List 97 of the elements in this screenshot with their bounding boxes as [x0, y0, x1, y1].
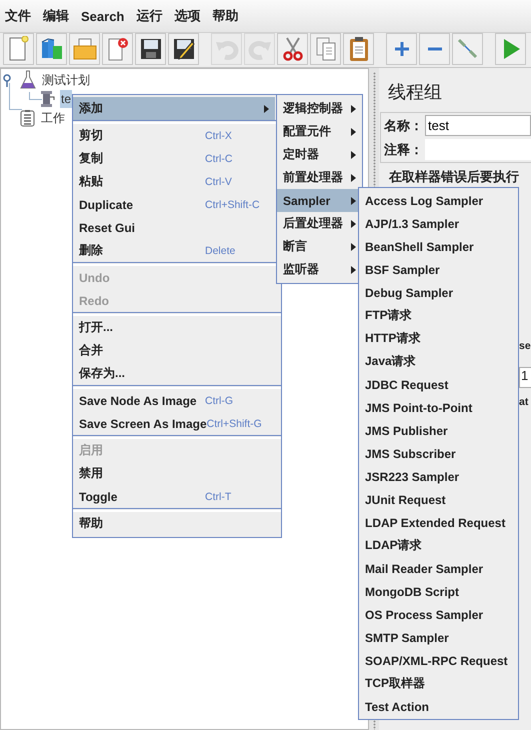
- shortcut-label: Ctrl-C: [205, 152, 234, 164]
- menu-item[interactable]: 监听器: [277, 258, 362, 281]
- menu-item[interactable]: JMS Subscriber: [359, 442, 518, 465]
- menu-item[interactable]: JDBC Request: [359, 373, 518, 396]
- menu-item[interactable]: LDAP Extended Request: [359, 511, 518, 534]
- partial-label: at: [519, 396, 530, 410]
- partial-label: se: [519, 340, 531, 354]
- menu-item[interactable]: 帮助: [212, 5, 238, 27]
- field-label: 注释：: [384, 140, 423, 158]
- menu-item[interactable]: Test Action: [359, 695, 518, 718]
- menu-item[interactable]: 打开...: [73, 316, 275, 339]
- menu-item[interactable]: 复制 Ctrl-C: [73, 147, 275, 170]
- menu-item[interactable]: Save Screen As ImageCtrl+Shift-G: [73, 412, 275, 435]
- input-field[interactable]: test: [425, 115, 531, 136]
- shortcut-label: Ctrl-X: [205, 130, 233, 142]
- menu-item[interactable]: Access Log Sampler: [359, 189, 518, 212]
- tree-item[interactable]: 工作: [40, 108, 66, 126]
- submenu-arrow-icon: [351, 128, 356, 136]
- spool-icon: [39, 90, 55, 108]
- shortcut-label: Ctrl-G: [205, 394, 234, 406]
- menu-item[interactable]: 剪切 Ctrl-X: [73, 124, 275, 147]
- clipboard-icon: [348, 36, 370, 62]
- plus-icon: [392, 40, 410, 58]
- tree-item[interactable]: te: [60, 90, 72, 108]
- toolbar-button[interactable]: [277, 33, 308, 65]
- menu-item[interactable]: BSF Sampler: [359, 258, 518, 281]
- clipboard-list-icon: [20, 108, 35, 126]
- menu-item[interactable]: 选项: [174, 5, 200, 27]
- menu-item[interactable]: 后置处理器: [277, 212, 362, 235]
- submenu-arrow-icon: [351, 151, 356, 159]
- menu-item[interactable]: 删除 Delete: [73, 239, 275, 262]
- submenu-arrow-icon: [351, 197, 356, 205]
- menu-item[interactable]: 保存为...: [73, 362, 275, 385]
- minus-icon: [426, 46, 444, 52]
- toolbar-button[interactable]: [168, 33, 199, 65]
- menu-item[interactable]: SMTP Sampler: [359, 626, 518, 649]
- copy-icon: [314, 36, 338, 62]
- menu-item[interactable]: Mail Reader Sampler: [359, 557, 518, 580]
- menu-item[interactable]: 添加: [73, 97, 275, 120]
- submenu-arrow-icon: [351, 243, 356, 251]
- submenu-arrow-icon: [264, 105, 269, 113]
- toolbar-button[interactable]: [135, 33, 166, 65]
- shortcut-label: Ctrl+Shift-C: [205, 198, 261, 210]
- menu-item[interactable]: 逻辑控制器: [277, 97, 362, 120]
- menu-item[interactable]: 配置元件: [277, 120, 362, 143]
- menu-item[interactable]: Save Node As Image Ctrl-G: [73, 389, 275, 412]
- group-title: 在取样器错误后要执行: [389, 168, 519, 186]
- menu-item[interactable]: 断言: [277, 235, 362, 258]
- menu-item[interactable]: JUnit Request: [359, 488, 518, 511]
- menu-item[interactable]: 合并: [73, 339, 275, 362]
- field-label: 名称：: [384, 116, 423, 134]
- folder-icon: [72, 37, 98, 61]
- menu-item[interactable]: 粘贴 Ctrl-V: [73, 170, 275, 193]
- menu-item[interactable]: Search: [81, 6, 124, 26]
- menu-item[interactable]: 文件: [5, 5, 31, 27]
- submenu-arrow-icon: [351, 220, 356, 228]
- document-close-icon: [106, 36, 130, 62]
- tree-lines: [9, 82, 42, 110]
- menu-item[interactable]: 编辑: [43, 5, 69, 27]
- toolbar-button[interactable]: [343, 33, 374, 65]
- submenu-arrow-icon: [351, 266, 356, 274]
- submenu-arrow-icon: [351, 105, 356, 113]
- partial-field[interactable]: 1: [519, 367, 531, 388]
- menu-item[interactable]: OS Process Sampler: [359, 603, 518, 626]
- shortcut-label: Ctrl+Shift-G: [206, 418, 263, 430]
- menu-item[interactable]: Duplicate Ctrl+Shift-C: [73, 193, 275, 216]
- menu-item[interactable]: Reset Gui: [73, 216, 275, 239]
- menu-item[interactable]: 定时器: [277, 143, 362, 166]
- menu-item[interactable]: BeanShell Sampler: [359, 235, 518, 258]
- shortcut-label: Delete: [205, 244, 236, 256]
- menu-item[interactable]: Java请求: [359, 350, 518, 373]
- floppy-pencil-icon: [172, 37, 196, 61]
- menu-item[interactable]: 前置处理器: [277, 166, 362, 189]
- menu-item[interactable]: FTP请求: [359, 304, 518, 327]
- scissors-icon: [282, 36, 304, 62]
- menu-item[interactable]: 帮助: [73, 512, 275, 535]
- shortcut-label: Ctrl-V: [205, 176, 233, 188]
- document-icon: [8, 36, 30, 62]
- menu-item[interactable]: MongoDB Script: [359, 580, 518, 603]
- menu-item[interactable]: JSR223 Sampler: [359, 465, 518, 488]
- menu-item[interactable]: JMS Point-to-Point: [359, 396, 518, 419]
- menu-item[interactable]: TCP取样器: [359, 672, 518, 695]
- menu-item[interactable]: SOAP/XML-RPC Request: [359, 649, 518, 672]
- shortcut-label: Ctrl-T: [205, 490, 232, 502]
- menu-item[interactable]: 禁用: [73, 462, 275, 485]
- menu-item[interactable]: LDAP请求: [359, 534, 518, 557]
- menu-item[interactable]: 运行: [136, 5, 162, 27]
- play-icon: [502, 37, 520, 61]
- submenu-arrow-icon: [351, 174, 356, 182]
- menu-item[interactable]: HTTP请求: [359, 327, 518, 350]
- droppers-icon: [456, 37, 480, 61]
- tree-item[interactable]: 测试计划: [41, 70, 91, 88]
- menu-item[interactable]: AJP/1.3 Sampler: [359, 212, 518, 235]
- menu-item[interactable]: JMS Publisher: [359, 419, 518, 442]
- menu-item[interactable]: Toggle Ctrl-T: [73, 485, 275, 508]
- menu-item[interactable]: Debug Sampler: [359, 281, 518, 304]
- panel-title: 线程组: [388, 81, 442, 104]
